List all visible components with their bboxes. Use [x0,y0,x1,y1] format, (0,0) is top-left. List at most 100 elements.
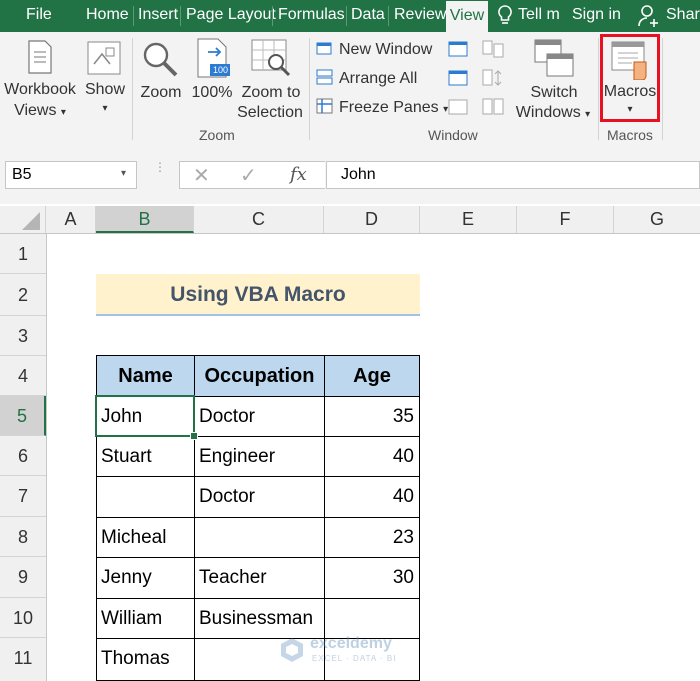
cell-d10[interactable] [324,598,420,638]
row-header-5[interactable]: 5 [0,396,46,436]
macros-icon[interactable] [610,40,650,85]
cell-d5[interactable]: 35 [324,396,420,436]
arrange-all-label[interactable]: Arrange All [339,68,417,89]
name-box-value: B5 [12,166,32,183]
switch-windows-label[interactable]: Switch [515,82,593,103]
share-person-icon[interactable] [638,4,660,33]
cell-c7[interactable]: Doctor [194,476,324,517]
chevron-down-icon[interactable]: ▾ [121,168,126,179]
magnifier-icon[interactable] [141,40,179,83]
table-header-occupation[interactable]: Occupation [194,355,324,396]
cell-b9[interactable]: Jenny [96,557,194,598]
cell-c9[interactable]: Teacher [194,557,324,598]
group-label-zoom: Zoom [199,127,235,143]
row-header-2[interactable]: 2 [0,274,46,316]
cell-c10[interactable]: Businessman [194,598,324,638]
cell-b11[interactable]: Thomas [96,638,194,681]
cell-d7[interactable]: 40 [324,476,420,517]
tab-page-layout[interactable]: Page Layout [186,0,276,32]
tell-me-search[interactable]: Tell m [518,0,560,32]
tab-home[interactable]: Home [86,0,129,32]
tab-view[interactable]: View [446,1,488,32]
row-header-9[interactable]: 9 [0,557,46,598]
sheet-title[interactable]: Using VBA Macro [96,274,420,316]
lightbulb-icon[interactable] [497,5,513,32]
ribbon-tab-bar: File Home Insert Page Layout Formulas Da… [0,0,700,32]
enter-check-icon[interactable]: ✓ [240,163,257,188]
freeze-panes-label[interactable]: Freeze Panes ▾ [339,97,448,120]
switch-windows-icon[interactable] [533,38,575,83]
cell-c8[interactable] [194,517,324,557]
table-header-name[interactable]: Name [96,355,194,396]
unhide-icon[interactable] [448,99,468,120]
tab-formulas[interactable]: Formulas [278,0,345,32]
column-header-e[interactable]: E [420,206,517,233]
reset-window-position-icon[interactable] [482,98,504,121]
workbook-views-label[interactable]: Workbook [2,79,78,100]
column-header-b[interactable]: B [96,206,194,233]
zoom-100-badge: 100 [213,65,229,75]
show-icon[interactable] [86,40,122,81]
row-header-4[interactable]: 4 [0,356,46,396]
chevron-down-icon[interactable]: ▾ [80,98,130,119]
cell-d6[interactable]: 40 [324,436,420,476]
row-header-8[interactable]: 8 [0,517,46,557]
cancel-x-icon[interactable]: ✕ [193,163,210,188]
zoom-to-selection-label[interactable]: Zoom to [238,82,304,103]
column-header-f[interactable]: F [517,206,614,233]
row-header-3[interactable]: 3 [0,316,46,356]
formula-input[interactable]: John [326,161,700,189]
cell-c5[interactable]: Doctor [194,396,324,436]
switch-windows-label-2[interactable]: Windows ▾ [510,102,596,125]
synchronous-scrolling-icon[interactable] [482,69,504,92]
row-header-1[interactable]: 1 [0,234,46,274]
zoom-button-label[interactable]: Zoom [136,82,186,103]
cell-d9[interactable]: 30 [324,557,420,598]
workbook-views-label-2[interactable]: Views ▾ [2,100,78,123]
show-label[interactable]: Show [80,79,130,100]
column-header-c[interactable]: C [194,206,324,233]
new-window-label[interactable]: New Window [339,39,432,60]
tab-share[interactable]: Share [666,0,700,32]
new-window-icon[interactable] [316,40,334,61]
tab-insert[interactable]: Insert [138,0,178,32]
cell-b7[interactable] [96,476,194,517]
tab-data[interactable]: Data [351,0,385,32]
cell-b5[interactable]: John [96,396,194,436]
sign-in-link[interactable]: Sign in [572,0,621,32]
column-header-a[interactable]: A [46,206,96,233]
tab-review[interactable]: Review [394,0,446,32]
workbook-views-icon[interactable] [27,40,53,79]
zoom-to-selection-icon[interactable] [250,38,292,83]
hide-icon[interactable] [448,70,468,91]
row-header-10[interactable]: 10 [0,598,46,638]
tab-file[interactable]: File [26,0,52,32]
row-header-6[interactable]: 6 [0,436,46,476]
view-side-by-side-icon[interactable] [482,40,504,63]
fill-handle[interactable] [190,432,198,440]
zoom-100-icon[interactable]: 100 [196,38,232,83]
header-divider [0,233,700,234]
row-header-11[interactable]: 11 [0,638,46,681]
arrange-all-icon[interactable] [316,69,334,90]
cell-c6[interactable]: Engineer [194,436,324,476]
zoom-100-label[interactable]: 100% [190,82,234,103]
name-box[interactable]: B5 [5,161,137,189]
table-header-age[interactable]: Age [324,355,420,396]
row-header-7[interactable]: 7 [0,476,46,517]
column-header-d[interactable]: D [324,206,420,233]
group-divider [598,38,599,140]
drag-handle-icon[interactable]: ⋮ [154,161,166,173]
chevron-down-icon[interactable]: ▾ [600,99,660,120]
insert-function-icon[interactable]: fx [290,164,307,185]
split-icon[interactable] [448,41,468,62]
column-header-g[interactable]: G [614,206,700,233]
select-all-corner[interactable] [0,206,46,233]
cell-b6[interactable]: Stuart [96,436,194,476]
group-divider [662,38,663,140]
cell-d8[interactable]: 23 [324,517,420,557]
zoom-to-selection-label-2[interactable]: Selection [232,102,308,123]
cell-b10[interactable]: William [96,598,194,638]
freeze-panes-icon[interactable] [316,98,334,119]
cell-b8[interactable]: Micheal [96,517,194,557]
